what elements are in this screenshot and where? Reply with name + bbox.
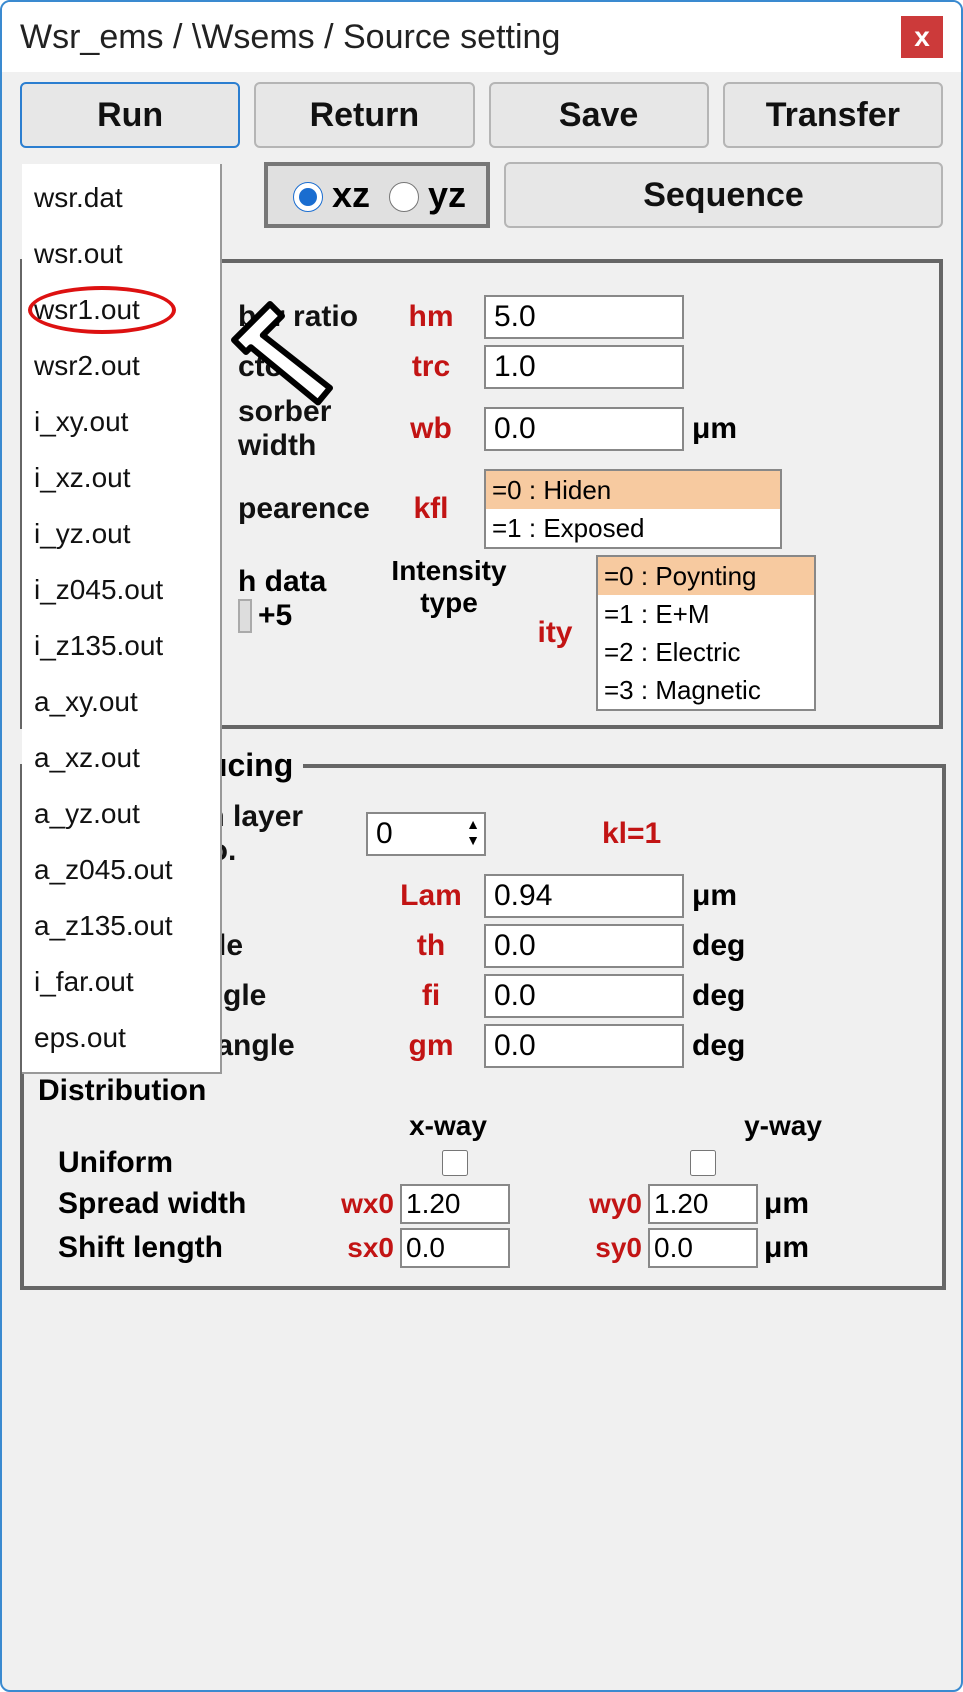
th-symbol: th xyxy=(386,929,476,963)
shift-label: Shift length xyxy=(38,1231,318,1265)
fi-unit: deg xyxy=(692,979,782,1013)
kl-label: kl=1 xyxy=(602,817,722,851)
spread-unit: μm xyxy=(764,1187,834,1221)
ity-label2: type xyxy=(384,587,514,619)
ity-option[interactable]: =3 : Magnetic xyxy=(598,671,814,709)
file-dropdown-item[interactable]: a_z045.out xyxy=(22,842,220,898)
sy0-input[interactable] xyxy=(648,1228,758,1268)
file-dropdown-item[interactable]: a_yz.out xyxy=(22,786,220,842)
lam-input[interactable] xyxy=(484,874,684,918)
wy0-symbol: wy0 xyxy=(562,1188,642,1220)
gm-input[interactable] xyxy=(484,1024,684,1068)
wx0-input[interactable] xyxy=(400,1184,510,1224)
lam-unit: μm xyxy=(692,879,782,913)
uniform-x-checkbox[interactable] xyxy=(442,1150,468,1176)
sy0-symbol: sy0 xyxy=(562,1232,642,1264)
gm-symbol: gm xyxy=(386,1029,476,1063)
hm-input[interactable] xyxy=(484,295,684,339)
file-dropdown-item[interactable]: i_xz.out xyxy=(22,450,220,506)
xway-header: x-way xyxy=(378,1110,518,1142)
spinner-icon[interactable]: ▲▼ xyxy=(466,816,480,848)
file-dropdown-item[interactable]: wsr.out xyxy=(22,226,220,282)
uniform-label: Uniform xyxy=(38,1146,318,1180)
file-dropdown-item[interactable]: a_xy.out xyxy=(22,674,220,730)
kfl-option[interactable]: =0 : Hiden xyxy=(486,471,780,509)
close-icon[interactable]: x xyxy=(901,16,943,58)
spread-label: Spread width xyxy=(38,1187,318,1221)
file-dropdown-item[interactable]: eps.out xyxy=(22,1010,220,1066)
uniform-y-checkbox[interactable] xyxy=(690,1150,716,1176)
file-dropdown-item[interactable]: wsr1.out xyxy=(22,282,220,338)
file-dropdown-item[interactable]: wsr2.out xyxy=(22,338,220,394)
file-dropdown-item[interactable]: i_far.out xyxy=(22,954,220,1010)
file-dropdown-item[interactable]: i_z135.out xyxy=(22,618,220,674)
source-setting-window: Wsr_ems / \Wsems / Source setting x Run … xyxy=(0,0,963,1692)
kfl-option[interactable]: =1 : Exposed xyxy=(486,509,780,547)
fi-symbol: fi xyxy=(386,979,476,1013)
transfer-button[interactable]: Transfer xyxy=(723,82,943,148)
plane-radio-group: xz yz xyxy=(264,162,490,228)
yway-header: y-way xyxy=(698,1110,868,1142)
hm-symbol: hm xyxy=(386,300,476,334)
file-dropdown-item[interactable]: i_z045.out xyxy=(22,562,220,618)
file-dropdown-item[interactable]: a_xz.out xyxy=(22,730,220,786)
wx0-symbol: wx0 xyxy=(324,1188,394,1220)
sequence-button[interactable]: Sequence xyxy=(504,162,943,228)
ity-option[interactable]: =0 : Poynting xyxy=(598,557,814,595)
dist-title: Distribution xyxy=(38,1074,928,1108)
return-button[interactable]: Return xyxy=(254,82,474,148)
kfl-selector[interactable]: =0 : Hiden=1 : Exposed xyxy=(484,469,782,549)
main-button-row: Run Return Save Transfer xyxy=(20,82,943,148)
wb-symbol: wb xyxy=(386,412,476,446)
ity-option[interactable]: =1 : E+M xyxy=(598,595,814,633)
run-button[interactable]: Run xyxy=(20,82,240,148)
th-unit: deg xyxy=(692,929,782,963)
ity-selector[interactable]: =0 : Poynting=1 : E+M=2 : Electric=3 : M… xyxy=(596,555,816,711)
layer-spinner[interactable]: 0 ▲▼ xyxy=(366,812,486,856)
lam-symbol: Lam xyxy=(386,879,476,913)
plane-xz-radio[interactable]: xz xyxy=(288,174,370,216)
trc-input[interactable] xyxy=(484,345,684,389)
shift-unit: μm xyxy=(764,1231,834,1265)
titlebar: Wsr_ems / \Wsems / Source setting x xyxy=(2,2,961,72)
kfl-symbol: kfl xyxy=(386,492,476,526)
trc-symbol: trc xyxy=(386,350,476,384)
file-dropdown-item[interactable]: i_yz.out xyxy=(22,506,220,562)
wb-unit: μm xyxy=(692,412,782,446)
file-dropdown[interactable]: wsr.datwsr.outwsr1.outwsr2.outi_xy.outi_… xyxy=(22,164,222,1074)
gm-unit: deg xyxy=(692,1029,782,1063)
file-dropdown-item[interactable]: a_z135.out xyxy=(22,898,220,954)
sx0-input[interactable] xyxy=(400,1228,510,1268)
th-input[interactable] xyxy=(484,924,684,968)
ity-symbol: ity xyxy=(520,616,590,650)
ity-option[interactable]: =2 : Electric xyxy=(598,633,814,671)
file-dropdown-item[interactable]: i_xy.out xyxy=(22,394,220,450)
annotation-arrow-icon xyxy=(222,292,342,419)
ity-label1: Intensity xyxy=(384,555,514,587)
window-title: Wsr_ems / \Wsems / Source setting xyxy=(20,18,901,57)
wb-input[interactable] xyxy=(484,407,684,451)
file-dropdown-item[interactable]: wsr.dat xyxy=(22,170,220,226)
plane-yz-radio[interactable]: yz xyxy=(384,174,466,216)
fi-input[interactable] xyxy=(484,974,684,1018)
save-button[interactable]: Save xyxy=(489,82,709,148)
wy0-input[interactable] xyxy=(648,1184,758,1224)
sx0-symbol: sx0 xyxy=(324,1232,394,1264)
